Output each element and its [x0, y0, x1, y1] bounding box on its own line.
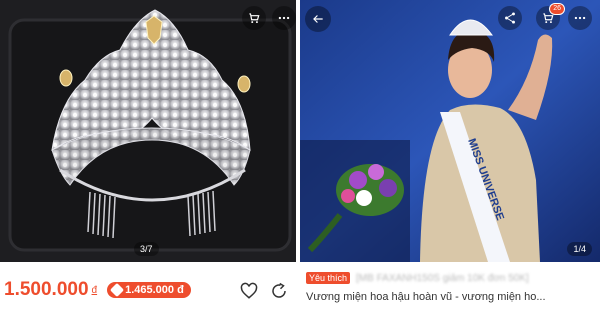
heart-icon[interactable]: [240, 282, 258, 300]
tag-icon: [110, 282, 125, 298]
cart-icon[interactable]: 26: [536, 3, 565, 30]
share-icon[interactable]: [498, 6, 522, 30]
voucher-price-badge[interactable]: 1.465.000 đ: [107, 282, 191, 298]
promo-text-blurred: [MB FAXANH150S giảm 10K đơn 50K]: [356, 272, 529, 284]
tiara-illustration: [0, 0, 296, 262]
miss-universe-photo: MISS UNIVERSE: [300, 0, 600, 262]
promo-row: Yêu thích [MB FAXANH150S giảm 10K đơn 50…: [306, 270, 596, 286]
sale-price: 1.500.000: [4, 279, 89, 300]
more-icon[interactable]: [568, 6, 592, 30]
more-icon[interactable]: [272, 6, 296, 30]
cart-count-badge: 26: [549, 3, 565, 15]
currency-symbol: đ: [91, 284, 98, 296]
screenshot-composite: 3/7 1.500.000 đ 1.465.000 đ MISS UNIVERS…: [0, 0, 600, 315]
cart-icon-glyph: [249, 13, 260, 24]
left-product-panel: 3/7 1.500.000 đ 1.465.000 đ: [0, 0, 296, 315]
share-icon-glyph: [505, 12, 515, 24]
right-product-panel: MISS UNIVERSE 26 1/4 Yêu thích [MB FAXAN…: [300, 0, 600, 315]
cart-icon[interactable]: [242, 6, 266, 30]
heart-icon-glyph: [240, 282, 258, 299]
product-image-miss-universe[interactable]: MISS UNIVERSE 26 1/4: [300, 0, 600, 262]
back-arrow-icon-glyph: [313, 15, 323, 23]
back-arrow-icon[interactable]: [305, 6, 331, 32]
voucher-price: 1.465.000 đ: [125, 284, 184, 296]
share-icon[interactable]: [270, 282, 288, 300]
image-counter: 1/4: [567, 242, 592, 256]
favorite-badge: Yêu thích: [306, 272, 351, 284]
product-image-tiara[interactable]: 3/7: [0, 0, 296, 262]
image-counter: 3/7: [134, 242, 159, 256]
more-icon-glyph: [574, 16, 586, 20]
more-icon-glyph: [278, 16, 290, 20]
share-icon-glyph: [272, 282, 286, 298]
product-title: Vương miện hoa hậu hoàn vũ - vương miện …: [306, 291, 546, 303]
